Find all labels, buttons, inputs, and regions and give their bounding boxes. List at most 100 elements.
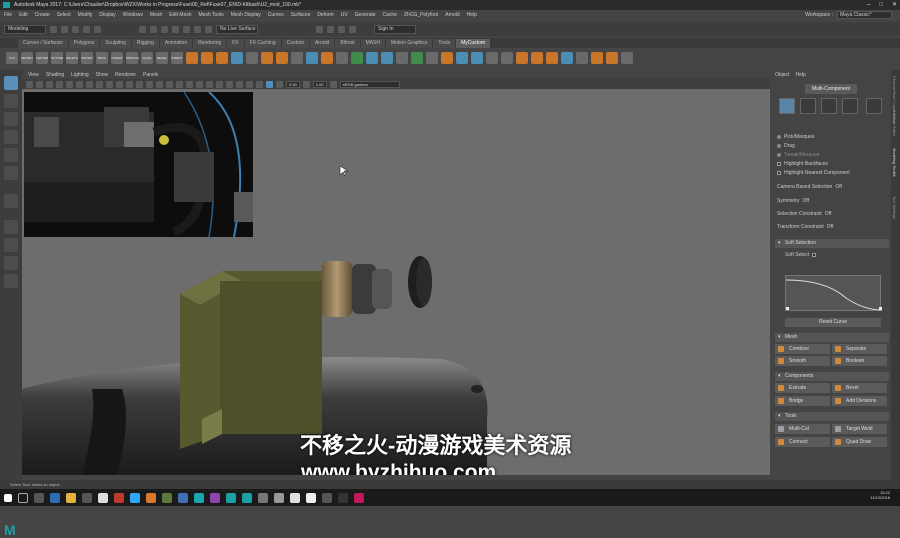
bevel-button[interactable]: Bevel: [832, 383, 887, 393]
menu-set-dropdown[interactable]: Modeling: [4, 24, 46, 34]
menu-generate[interactable]: Generate: [355, 12, 376, 18]
boolean-button[interactable]: Boolean: [832, 356, 887, 366]
search-icon[interactable]: [18, 492, 28, 503]
target-weld-button[interactable]: Target Weld: [832, 424, 887, 434]
menu-deform[interactable]: Deform: [317, 12, 333, 18]
app-icon-10[interactable]: [322, 492, 332, 503]
rotate-tool-icon[interactable]: [4, 148, 18, 162]
soft-select-checkbox[interactable]: Soft Select: [785, 252, 817, 258]
menu-arnold[interactable]: Arnold: [445, 12, 459, 18]
safe-action-icon[interactable]: [116, 80, 123, 88]
menu-create[interactable]: Create: [35, 12, 50, 18]
panel-menu-renderer[interactable]: Renderer: [115, 72, 136, 78]
shelf-tab-custom[interactable]: Custom: [281, 39, 309, 48]
far-clip-field[interactable]: 1.00: [312, 80, 327, 88]
reset-curve-button[interactable]: Reset Curve: [785, 318, 881, 327]
object-mode-icon[interactable]: [779, 98, 795, 114]
shelf-tool-icon[interactable]: [471, 52, 483, 64]
panel-menu-shading[interactable]: Shading: [46, 72, 64, 78]
components-section-header[interactable]: Components: [775, 372, 889, 381]
app-icon-6[interactable]: [258, 492, 268, 503]
connect-button[interactable]: Connect: [775, 437, 830, 447]
live-surface-field[interactable]: No Live Surface: [216, 24, 258, 34]
panel-menu-view[interactable]: View: [28, 72, 39, 78]
shelf-tab-curves-surfaces[interactable]: Curves / Surfaces: [18, 39, 68, 48]
shelf-tool-icon[interactable]: [246, 52, 258, 64]
file-explorer-icon[interactable]: [66, 492, 76, 503]
grid-icon[interactable]: [66, 80, 73, 88]
shelf-cut-icon[interactable]: CUT: [6, 52, 18, 64]
shelf-tool-icon[interactable]: [486, 52, 498, 64]
shelf-tab-tools[interactable]: Tools: [433, 39, 456, 48]
bridge-button[interactable]: Bridge: [775, 396, 830, 406]
shelf-tool-icon[interactable]: [366, 52, 378, 64]
menu-mesh-tools[interactable]: Mesh Tools: [199, 12, 224, 18]
app-icon-9[interactable]: [306, 492, 316, 503]
shelf-tool-icon[interactable]: [261, 52, 273, 64]
symmetry-row[interactable]: Symmetry Off: [777, 198, 809, 204]
falloff-curve-graph[interactable]: [785, 275, 883, 311]
shelf-tool-icon[interactable]: [306, 52, 318, 64]
shelf-tab-mash[interactable]: MASH: [360, 39, 386, 48]
shelf-tab-polygons[interactable]: Polygons: [68, 39, 100, 48]
shelf-tool-icon[interactable]: [411, 52, 423, 64]
pick-marquee-option[interactable]: Pick/Marquee: [777, 134, 815, 140]
gate-mask-icon[interactable]: [96, 80, 103, 88]
smooth-shade-icon[interactable]: [136, 80, 143, 88]
menu-file[interactable]: File: [4, 12, 12, 18]
menu-curves[interactable]: Curves: [268, 12, 284, 18]
panel-menu-show[interactable]: Show: [96, 72, 109, 78]
select-tool-icon[interactable]: [4, 76, 18, 90]
shelf-tab-fx[interactable]: FX: [227, 39, 244, 48]
select-component-icon[interactable]: [161, 25, 168, 33]
shelf-tool-icon[interactable]: [396, 52, 408, 64]
wireframe-icon[interactable]: [126, 80, 133, 88]
motion-blur-icon[interactable]: [196, 80, 203, 88]
combine-button[interactable]: Combine: [775, 344, 830, 354]
maya-taskbar-icon[interactable]: [194, 492, 204, 503]
lights-icon[interactable]: [166, 80, 173, 88]
undo-icon[interactable]: [83, 25, 90, 33]
open-scene-icon[interactable]: [61, 25, 68, 33]
shelf-tab-bifrost[interactable]: Bifrost: [335, 39, 360, 48]
shelf-bool-icon[interactable]: BOOL: [96, 52, 108, 64]
new-scene-icon[interactable]: [50, 25, 57, 33]
shelf-tool-icon[interactable]: [381, 52, 393, 64]
vertex-mode-icon[interactable]: [800, 98, 816, 114]
snap-view-icon[interactable]: [205, 25, 212, 33]
close-icon[interactable]: ✕: [892, 0, 897, 10]
shelf-tool-icon[interactable]: [531, 52, 543, 64]
four-view-icon[interactable]: [4, 238, 18, 252]
isolate-select-icon[interactable]: [226, 80, 233, 88]
select-hierarchy-icon[interactable]: [139, 25, 146, 33]
hypershade-icon[interactable]: [349, 25, 356, 33]
xray-icon[interactable]: [236, 80, 243, 88]
shelf-tool-icon[interactable]: [351, 52, 363, 64]
app-icon-2[interactable]: [146, 492, 156, 503]
move-tool-icon[interactable]: [4, 130, 18, 144]
edge-icon[interactable]: [50, 492, 60, 503]
render-settings-icon[interactable]: [338, 25, 345, 33]
shelf-tool-icon[interactable]: [606, 52, 618, 64]
menu-mesh-display[interactable]: Mesh Display: [231, 12, 261, 18]
anti-alias-icon[interactable]: [206, 80, 213, 88]
panel-menu-lighting[interactable]: Lighting: [71, 72, 89, 78]
maya-taskbar-icon-3[interactable]: [242, 492, 252, 503]
shelf-tool-icon[interactable]: [591, 52, 603, 64]
shelf-slice-icon[interactable]: SLICE: [141, 52, 153, 64]
extrude-button[interactable]: Extrude: [775, 383, 830, 393]
shelf-tool-icon[interactable]: [201, 52, 213, 64]
app-icon-5[interactable]: [210, 492, 220, 503]
menu-uv[interactable]: UV: [341, 12, 348, 18]
soft-selection-header[interactable]: Soft Selection: [775, 239, 889, 248]
shelf-tool-icon[interactable]: [276, 52, 288, 64]
camera-exposure-icon[interactable]: [276, 80, 283, 88]
color-space-dropdown[interactable]: sRGB gamma: [339, 80, 400, 88]
sign-in-button[interactable]: Sign In: [374, 24, 416, 34]
shelf-tab-fx-caching[interactable]: FX Caching: [244, 39, 281, 48]
shelf-tab-animation[interactable]: Animation: [159, 39, 193, 48]
shelf-tool-icon[interactable]: [516, 52, 528, 64]
quad-draw-button[interactable]: Quad Draw: [832, 437, 887, 447]
menu-display[interactable]: Display: [99, 12, 115, 18]
taskbar-clock[interactable]: 15:22 11/10/2016: [870, 490, 890, 500]
